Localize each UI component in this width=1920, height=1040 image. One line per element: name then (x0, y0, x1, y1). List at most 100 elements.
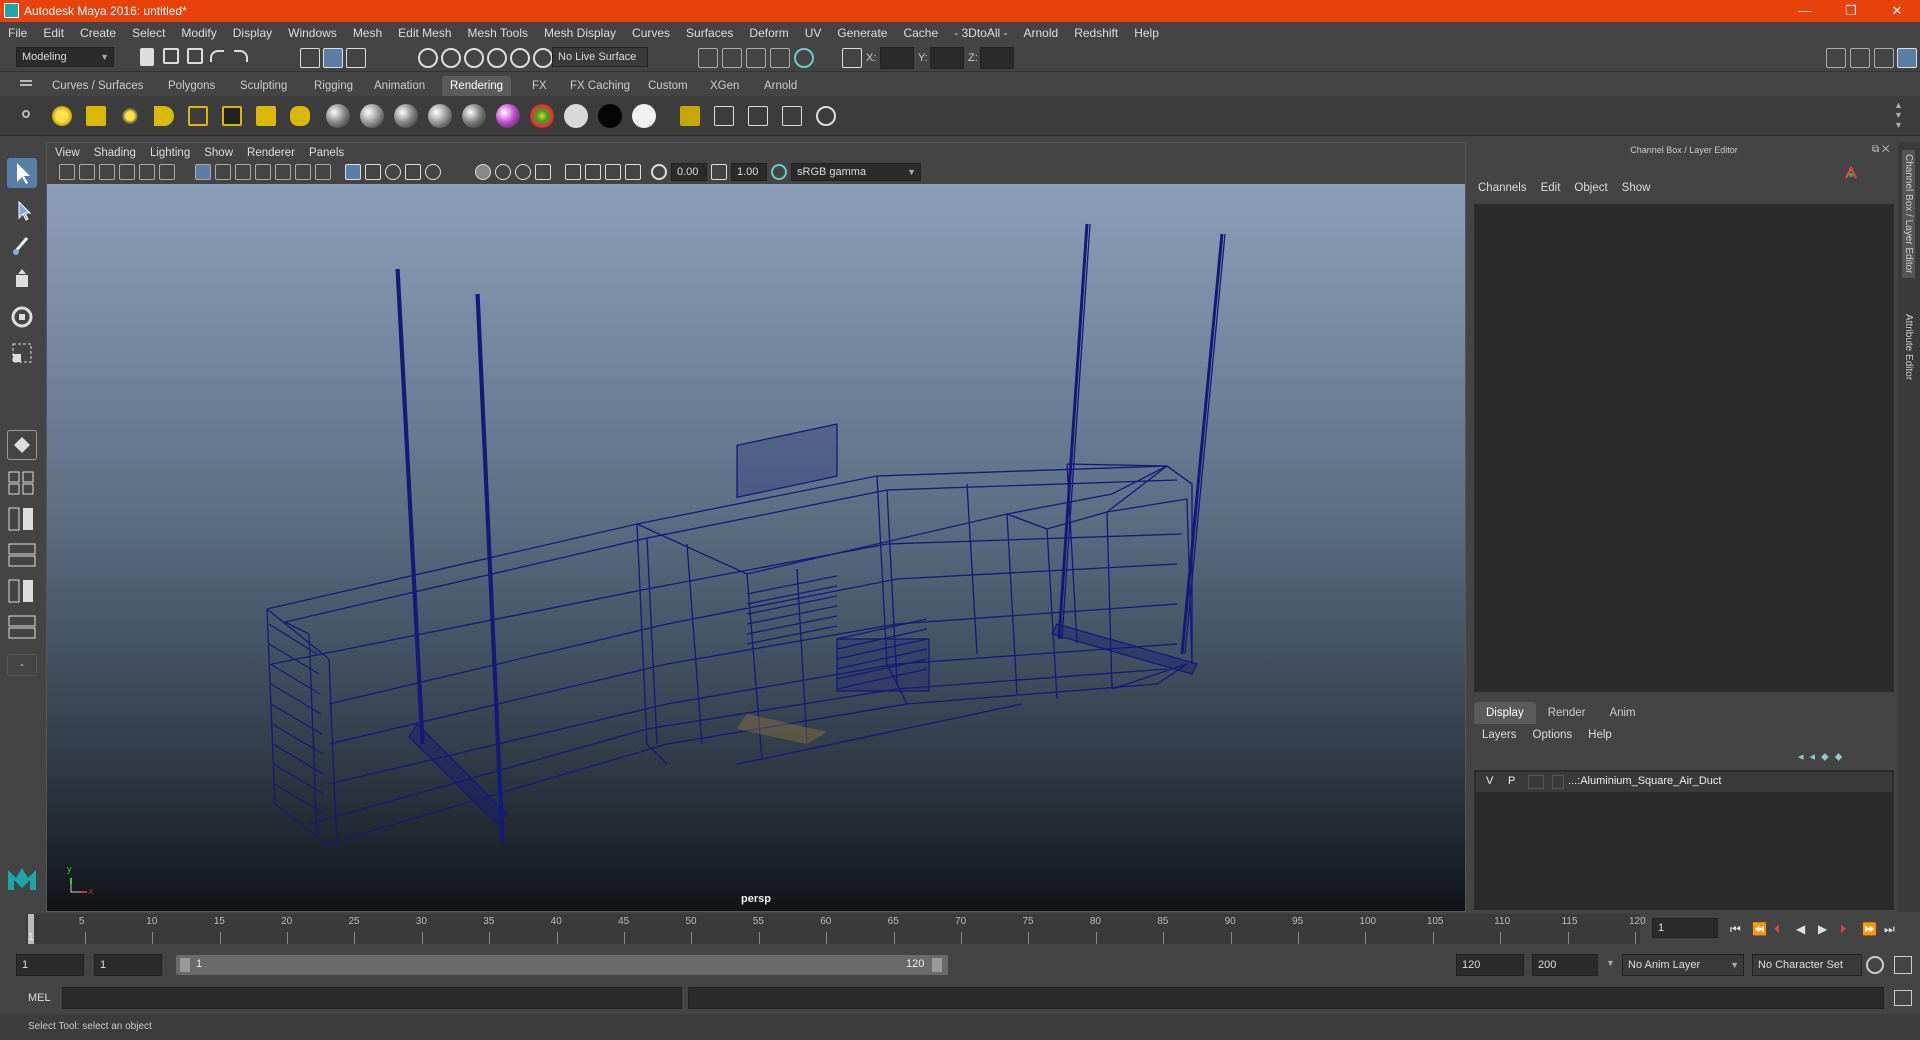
lasso-tool-icon[interactable] (7, 194, 37, 224)
playback-start-field[interactable]: 1 (94, 954, 162, 976)
layer-name[interactable]: ...:Aluminium_Square_Air_Duct (1568, 775, 1721, 789)
shelf-tab-rendering[interactable]: Rendering (442, 76, 512, 96)
colorspace-dropdown[interactable]: sRGB gamma ▼ (791, 163, 921, 181)
chevron-down-icon[interactable]: ▼ (1606, 958, 1615, 968)
live-surface-field[interactable]: No Live Surface (552, 47, 648, 67)
exposure-field[interactable]: 0.00 (671, 163, 707, 181)
new-scene-icon[interactable] (140, 48, 154, 66)
auto-key-icon[interactable] (1866, 956, 1884, 974)
persp-outliner-layout-icon[interactable] (7, 542, 37, 568)
menu-mesh-display[interactable]: Mesh Display (544, 26, 616, 40)
shader-sphere-icon[interactable] (428, 104, 452, 128)
timeline-track[interactable]: 5 10 15 20 25 30 35 40 45 50 55 60 65 70 75 80 85 90 95 100… (26, 914, 1646, 944)
ipr-render-icon[interactable] (746, 48, 766, 68)
shelf-gear-icon[interactable] (22, 110, 30, 118)
shader-sphere-icon[interactable] (462, 104, 486, 128)
snap-grid-icon[interactable] (418, 48, 438, 68)
snap-view-icon[interactable] (487, 48, 507, 68)
paint-select-tool-icon[interactable] (7, 230, 37, 260)
viewport-menu-lighting[interactable]: Lighting (150, 147, 190, 159)
preferences-icon[interactable] (1894, 956, 1912, 974)
smooth-shade-icon[interactable] (365, 164, 381, 180)
safe-title-icon[interactable] (315, 164, 331, 180)
menu-select[interactable]: Select (132, 26, 165, 40)
layer-tab-render[interactable]: Render (1536, 702, 1598, 724)
render-frame-icon[interactable] (722, 48, 742, 68)
redo-icon[interactable] (234, 50, 248, 62)
shelf-tab-rigging[interactable]: Rigging (306, 76, 361, 96)
save-scene-icon[interactable] (187, 48, 203, 64)
lights-icon[interactable] (445, 164, 461, 180)
menu-windows[interactable]: Windows (288, 26, 337, 40)
two-view-layout-icon[interactable] (7, 506, 37, 532)
layer-tab-display[interactable]: Display (1474, 702, 1536, 724)
animation-start-field[interactable]: 1 (16, 954, 84, 976)
side-tab-channel-box[interactable]: Channel Box / Layer Editor (1902, 150, 1915, 278)
transform-input-icon[interactable] (842, 48, 862, 68)
shader-sphere-icon[interactable] (394, 104, 418, 128)
xray-active-icon[interactable] (605, 164, 621, 180)
motion-blur-icon[interactable] (515, 164, 531, 180)
scale-tool-icon[interactable] (7, 338, 37, 368)
y-input[interactable] (930, 47, 964, 69)
shelf-tab-sculpting[interactable]: Sculpting (232, 76, 295, 96)
open-scene-icon[interactable] (163, 48, 179, 64)
menu-mesh[interactable]: Mesh (353, 26, 382, 40)
restore-button[interactable]: ❐ (1828, 0, 1874, 22)
step-back-frame-icon[interactable]: ⏪ (1752, 922, 1767, 936)
select-by-hierarchy-icon[interactable] (300, 48, 320, 68)
layer-color-swatch[interactable] (1552, 775, 1564, 789)
xray-icon[interactable] (405, 164, 421, 180)
2d-pan-zoom-icon[interactable] (139, 164, 155, 180)
field-chart-icon[interactable] (275, 164, 291, 180)
snapshot-icon[interactable] (748, 106, 768, 126)
shelf-scroll-icon[interactable]: ▲ ▼ ▼ (1894, 100, 1903, 130)
spot-light-icon[interactable] (154, 106, 174, 126)
workspace-icon[interactable] (1826, 48, 1846, 68)
channel-box-icon[interactable] (1897, 48, 1917, 68)
range-start-handle[interactable] (180, 958, 190, 972)
gamma-icon[interactable] (711, 164, 727, 180)
hypershade-layout-icon[interactable] (7, 614, 37, 640)
safe-action-icon[interactable] (295, 164, 311, 180)
step-forward-frame-icon[interactable]: ⏩ (1862, 922, 1877, 936)
camera-icon[interactable] (256, 106, 276, 126)
render-view-icon[interactable] (698, 48, 718, 68)
menu-surfaces[interactable]: Surfaces (686, 26, 733, 40)
go-to-start-icon[interactable]: ⏮ (1730, 922, 1741, 937)
layer-playback-toggle[interactable]: P (1508, 775, 1515, 789)
range-end-handle[interactable] (932, 958, 942, 972)
menu-modify[interactable]: Modify (181, 26, 216, 40)
menu-generate[interactable]: Generate (837, 26, 887, 40)
menu-mesh-tools[interactable]: Mesh Tools (468, 26, 528, 40)
channel-box-menu-edit[interactable]: Edit (1541, 182, 1561, 194)
close-button[interactable]: ✕ (1874, 0, 1920, 22)
render-layer-icon[interactable] (816, 106, 836, 126)
layer-create-icons[interactable]: ◂◂⬥⬥ (1798, 750, 1888, 764)
grid-toggle-icon[interactable] (195, 164, 211, 180)
single-view-layout-icon[interactable] (7, 430, 37, 460)
viewport-menu-view[interactable]: View (55, 147, 80, 159)
four-view-layout-icon[interactable] (7, 470, 37, 496)
layer-menu-help[interactable]: Help (1588, 729, 1612, 741)
rotate-tool-icon[interactable] (7, 302, 37, 332)
minimize-button[interactable]: — (1782, 0, 1828, 22)
wireframe-icon[interactable] (345, 164, 361, 180)
camera-attributes-icon[interactable] (59, 164, 75, 180)
render-icon[interactable] (680, 106, 700, 126)
ipr-icon[interactable] (714, 106, 734, 126)
wireframe-on-shaded-icon[interactable] (385, 164, 401, 180)
hypershade-icon[interactable] (794, 48, 814, 68)
x-input[interactable] (880, 47, 914, 69)
directional-light-icon[interactable] (86, 106, 106, 126)
ambient-occlusion-icon[interactable] (495, 164, 511, 180)
menu-redshift[interactable]: Redshift (1074, 26, 1118, 40)
layer-display-type[interactable] (1528, 775, 1544, 789)
shelf-tab-animation[interactable]: Animation (366, 76, 433, 96)
backface-culling-icon[interactable] (625, 164, 641, 180)
3d-scene[interactable]: y x persp (47, 184, 1465, 911)
z-input[interactable] (980, 47, 1014, 69)
snap-vertex-icon[interactable] (533, 48, 553, 68)
menu-curves[interactable]: Curves (632, 26, 670, 40)
viewport-menu-renderer[interactable]: Renderer (247, 147, 295, 159)
